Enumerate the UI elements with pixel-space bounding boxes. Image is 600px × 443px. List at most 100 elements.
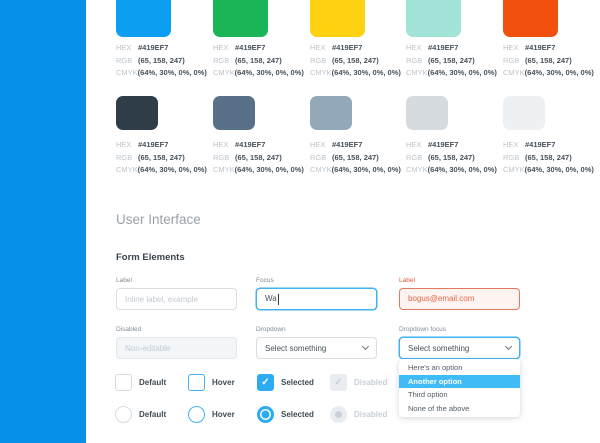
error-text-input[interactable]: bogus@email.com — [399, 288, 520, 310]
rgb-label: RGB — [213, 55, 235, 68]
text-field-default: Label — [116, 277, 237, 310]
swatch-labels: HEX#419EF7 RGB(65, 158, 247) CMYK(64%, 3… — [406, 42, 496, 80]
menu-option[interactable]: Here's an option — [399, 361, 520, 375]
cmyk-value: (64%, 30%, 0%, 0%) — [525, 67, 594, 80]
cmyk-value: (64%, 30%, 0%, 0%) — [138, 67, 207, 80]
hex-value: #419EF7 — [235, 42, 265, 55]
text-input[interactable] — [116, 288, 237, 310]
rgb-label: RGB — [116, 55, 138, 68]
cmyk-label: CMYK — [406, 164, 428, 177]
field-label: Disabled — [116, 326, 237, 333]
swatch-chip — [406, 0, 461, 37]
checkbox-hover[interactable] — [188, 374, 205, 391]
radio-default-group: Default — [115, 406, 166, 423]
color-swatch-orange: HEX#419EF7 RGB(65, 158, 247) CMYK(64%, 3… — [503, 0, 593, 80]
cmyk-value: (64%, 30%, 0%, 0%) — [332, 67, 401, 80]
dropdown-menu: Here's an option Another option Third op… — [399, 359, 520, 417]
radio-disabled-group: Disabled — [330, 406, 387, 423]
swatch-labels: HEX#419EF7 RGB(65, 158, 247) CMYK(64%, 3… — [116, 139, 206, 177]
radio-selected[interactable] — [257, 406, 274, 423]
menu-option[interactable]: None of the above — [399, 402, 520, 416]
cmyk-value: (64%, 30%, 0%, 0%) — [235, 67, 304, 80]
check-icon: ✓ — [334, 377, 342, 388]
swatch-chip — [503, 0, 558, 37]
color-swatch-dark-slate: HEX#419EF7 RGB(65, 158, 247) CMYK(64%, 3… — [116, 96, 206, 177]
hex-value: #419EF7 — [428, 139, 458, 152]
focused-text-input[interactable]: Wa — [256, 288, 377, 310]
menu-option-highlighted[interactable]: Another option — [399, 375, 520, 389]
dropdown-select[interactable]: Select something — [256, 337, 377, 359]
rgb-label: RGB — [406, 55, 428, 68]
cmyk-label: CMYK — [503, 67, 525, 80]
hex-value: #419EF7 — [332, 139, 362, 152]
hex-label: HEX — [503, 139, 525, 152]
text-field-error: Label bogus@email.com — [399, 277, 520, 310]
cmyk-label: CMYK — [310, 67, 332, 80]
hex-value: #419EF7 — [332, 42, 362, 55]
rgb-value: (65, 158, 247) — [235, 152, 282, 165]
swatch-chip — [213, 0, 268, 37]
hex-value: #419EF7 — [428, 42, 458, 55]
radio-disabled — [330, 406, 347, 423]
field-label: Label — [116, 277, 237, 284]
cmyk-value: (64%, 30%, 0%, 0%) — [428, 67, 497, 80]
swatch-labels: HEX#419EF7 RGB(65, 158, 247) CMYK(64%, 3… — [503, 139, 593, 177]
field-label-error: Label — [399, 277, 520, 284]
dropdown-value: Select something — [408, 344, 469, 353]
cmyk-value: (64%, 30%, 0%, 0%) — [525, 164, 594, 177]
cmyk-label: CMYK — [310, 164, 332, 177]
sidebar-strip — [0, 0, 86, 443]
rgb-value: (65, 158, 247) — [525, 55, 572, 68]
dropdown-focus-select[interactable]: Select something — [399, 337, 520, 359]
field-label: Dropdown focus — [399, 326, 520, 333]
cmyk-label: CMYK — [406, 67, 428, 80]
menu-option[interactable]: Third option — [399, 388, 520, 402]
checkbox-label: Selected — [281, 378, 314, 387]
radio-hover-group: Hover — [188, 406, 235, 423]
cmyk-label: CMYK — [213, 67, 235, 80]
swatch-labels: HEX#419EF7 RGB(65, 158, 247) CMYK(64%, 3… — [406, 139, 496, 177]
cmyk-label: CMYK — [503, 164, 525, 177]
checkbox-selected[interactable]: ✓ — [257, 374, 274, 391]
hex-label: HEX — [213, 139, 235, 152]
rgb-label: RGB — [310, 152, 332, 165]
checkbox-disabled-group: ✓ Disabled — [330, 374, 387, 391]
checkbox-default-group: Default — [115, 374, 166, 391]
text-field-focus: Focus Wa — [256, 277, 377, 310]
hex-label: HEX — [116, 139, 138, 152]
text-field-disabled: Disabled — [116, 326, 237, 359]
text-cursor — [278, 294, 279, 305]
rgb-value: (65, 158, 247) — [138, 55, 185, 68]
swatch-chip — [116, 96, 158, 130]
check-icon: ✓ — [261, 377, 269, 388]
color-swatch-off-white: HEX#419EF7 RGB(65, 158, 247) CMYK(64%, 3… — [503, 96, 593, 177]
hex-label: HEX — [310, 42, 332, 55]
swatch-chip — [213, 96, 255, 130]
section-title: User Interface — [116, 212, 201, 227]
checkbox-default[interactable] — [115, 374, 132, 391]
swatch-chip — [310, 0, 365, 37]
checkbox-label: Hover — [212, 378, 235, 387]
radio-label: Disabled — [354, 410, 387, 419]
radio-default[interactable] — [115, 406, 132, 423]
hex-label: HEX — [503, 42, 525, 55]
checkbox-hover-group: Hover — [188, 374, 235, 391]
chevron-down-icon — [362, 343, 369, 350]
radio-hover[interactable] — [188, 406, 205, 423]
rgb-value: (65, 158, 247) — [138, 152, 185, 165]
hex-label: HEX — [310, 139, 332, 152]
cmyk-value: (64%, 30%, 0%, 0%) — [235, 164, 304, 177]
hex-value: #419EF7 — [138, 42, 168, 55]
swatch-labels: HEX#419EF7 RGB(65, 158, 247) CMYK(64%, 3… — [213, 139, 303, 177]
dropdown-focus-field: Dropdown focus Select something — [399, 326, 520, 359]
hex-label: HEX — [406, 139, 428, 152]
rgb-label: RGB — [406, 152, 428, 165]
checkbox-disabled: ✓ — [330, 374, 347, 391]
color-swatch-mint: HEX#419EF7 RGB(65, 158, 247) CMYK(64%, 3… — [406, 0, 496, 80]
color-swatch-green: HEX#419EF7 RGB(65, 158, 247) CMYK(64%, 3… — [213, 0, 303, 80]
checkbox-label: Default — [139, 378, 166, 387]
field-label: Focus — [256, 277, 377, 284]
cmyk-value: (64%, 30%, 0%, 0%) — [428, 164, 497, 177]
rgb-value: (65, 158, 247) — [332, 152, 379, 165]
rgb-label: RGB — [503, 55, 525, 68]
